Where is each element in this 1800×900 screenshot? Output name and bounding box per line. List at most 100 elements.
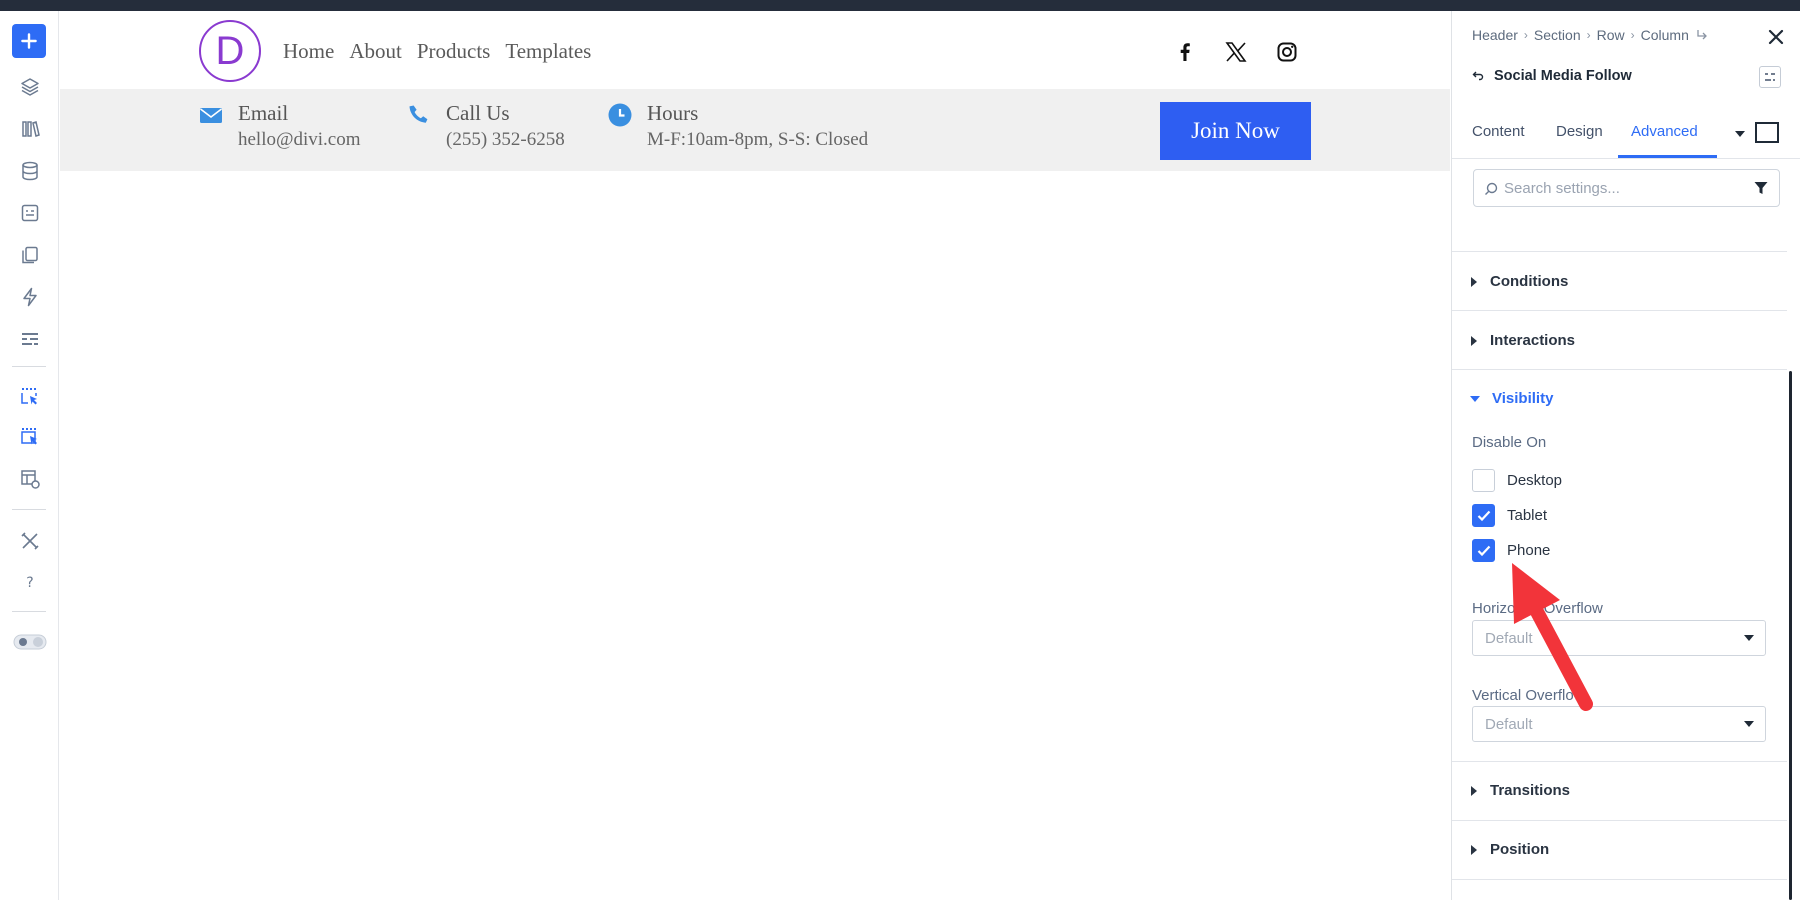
settings-list-button[interactable] [12, 321, 48, 357]
nav-home[interactable]: Home [283, 39, 334, 64]
plus-icon [21, 33, 37, 49]
phone-checkbox[interactable] [1472, 539, 1495, 562]
section-transitions[interactable]: Transitions [1470, 782, 1570, 799]
section-divider [1452, 820, 1787, 821]
vertical-overflow-value: Default [1485, 716, 1533, 733]
search-settings [1473, 169, 1780, 207]
horizontal-overflow-label: Horizontal Overflow [1472, 600, 1603, 617]
chevron-right-icon: › [1523, 28, 1528, 42]
tab-advanced[interactable]: Advanced [1631, 123, 1698, 140]
nav-products[interactable]: Products [417, 39, 491, 64]
database-icon [22, 161, 38, 181]
chevron-right-icon: › [1630, 28, 1635, 42]
caret-right-icon [1471, 785, 1477, 796]
vertical-overflow-select[interactable]: Default [1472, 706, 1766, 742]
nav-about[interactable]: About [349, 39, 402, 64]
layout-preview-icon [21, 470, 40, 489]
page-canvas: D Home About Products Templates Email he… [60, 11, 1450, 900]
list-icon [22, 333, 38, 345]
panel-tabs: Content Design Advanced [1452, 111, 1800, 159]
quick-actions-button[interactable] [12, 279, 48, 315]
checkmark-icon [1477, 545, 1490, 556]
toggle-icon [13, 634, 47, 650]
toolbar-divider [12, 611, 46, 612]
filter-icon[interactable] [1753, 180, 1769, 196]
tab-design[interactable]: Design [1556, 123, 1603, 140]
section-visibility[interactable]: Visibility [1470, 390, 1553, 407]
section-visibility-label: Visibility [1492, 390, 1554, 407]
top-bar [0, 0, 1800, 11]
expand-panel-icon[interactable] [1754, 121, 1780, 145]
breadcrumb-column[interactable]: Column [1641, 27, 1689, 43]
section-divider [1452, 310, 1787, 311]
tab-content[interactable]: Content [1472, 123, 1525, 140]
close-icon[interactable] [1764, 25, 1788, 49]
logo-letter: D [215, 28, 245, 73]
theme-toggle[interactable] [12, 624, 48, 660]
pages-button[interactable] [12, 237, 48, 273]
breadcrumb-section[interactable]: Section [1534, 27, 1581, 43]
form-button[interactable] [12, 195, 48, 231]
search-icon [1485, 182, 1498, 195]
disable-on-label: Disable On [1472, 434, 1547, 451]
info-phone-title: Call Us [446, 101, 510, 125]
contact-info-bar: Email hello@divi.com Call Us (255) 352-6… [60, 89, 1450, 171]
section-divider [1452, 761, 1787, 762]
disable-phone-option[interactable]: Phone [1472, 539, 1550, 562]
form-icon [21, 204, 39, 222]
layers-button[interactable] [12, 69, 48, 105]
section-divider [1452, 879, 1787, 880]
section-conditions-label: Conditions [1490, 273, 1569, 290]
tools-icon [21, 532, 39, 550]
caret-down-icon[interactable] [1734, 129, 1746, 139]
search-input[interactable] [1504, 178, 1734, 198]
caret-right-icon [1471, 276, 1477, 287]
layers-icon [21, 78, 39, 96]
breadcrumb-row[interactable]: Row [1597, 27, 1625, 43]
preview-layout-button[interactable] [12, 461, 48, 497]
multi-select-button[interactable] [12, 419, 48, 455]
disable-desktop-option[interactable]: Desktop [1472, 469, 1562, 492]
envelope-icon [200, 108, 222, 123]
desktop-checkbox[interactable] [1472, 469, 1495, 492]
disable-tablet-option[interactable]: Tablet [1472, 504, 1547, 527]
phone-icon [409, 105, 428, 123]
tools-button[interactable] [12, 523, 48, 559]
horizontal-overflow-select[interactable]: Default [1472, 620, 1766, 656]
add-module-button[interactable] [12, 24, 46, 58]
instagram-icon[interactable] [1275, 40, 1299, 64]
section-position[interactable]: Position [1470, 841, 1549, 858]
left-toolbar: ? [0, 11, 59, 900]
tablet-checkbox[interactable] [1472, 504, 1495, 527]
info-email-detail[interactable]: hello@divi.com [238, 129, 361, 151]
section-divider [1452, 369, 1787, 370]
section-conditions[interactable]: Conditions [1470, 273, 1568, 290]
return-down-icon[interactable] [1695, 28, 1709, 42]
section-position-label: Position [1490, 841, 1550, 858]
info-hours-title: Hours [647, 101, 699, 125]
library-button[interactable] [12, 111, 48, 147]
breadcrumb-header[interactable]: Header [1472, 27, 1518, 43]
back-icon[interactable] [1472, 70, 1484, 82]
sliders-icon [1765, 73, 1775, 81]
caret-down-icon [1470, 395, 1480, 402]
section-interactions-label: Interactions [1490, 332, 1576, 349]
vertical-overflow-label: Vertical Overflow [1472, 687, 1585, 704]
lightning-icon [23, 287, 37, 307]
facebook-icon[interactable] [1173, 40, 1197, 64]
module-options-button[interactable] [1759, 66, 1781, 88]
x-icon[interactable] [1224, 40, 1248, 64]
section-interactions[interactable]: Interactions [1470, 332, 1575, 349]
info-phone-detail[interactable]: (255) 352-6258 [446, 129, 565, 151]
help-button[interactable]: ? [12, 564, 48, 600]
breadcrumb: Header › Section › Row › Column [1472, 27, 1709, 43]
database-button[interactable] [12, 153, 48, 189]
multi-select-icon [21, 428, 37, 445]
select-element-button[interactable] [12, 379, 48, 415]
panel-scrollbar[interactable] [1789, 371, 1792, 900]
pages-icon [22, 246, 38, 264]
join-now-button[interactable]: Join Now [1160, 102, 1311, 160]
settings-panel: Header › Section › Row › Column Social M… [1451, 11, 1800, 900]
nav-templates[interactable]: Templates [505, 39, 591, 64]
site-logo[interactable]: D [199, 20, 261, 82]
